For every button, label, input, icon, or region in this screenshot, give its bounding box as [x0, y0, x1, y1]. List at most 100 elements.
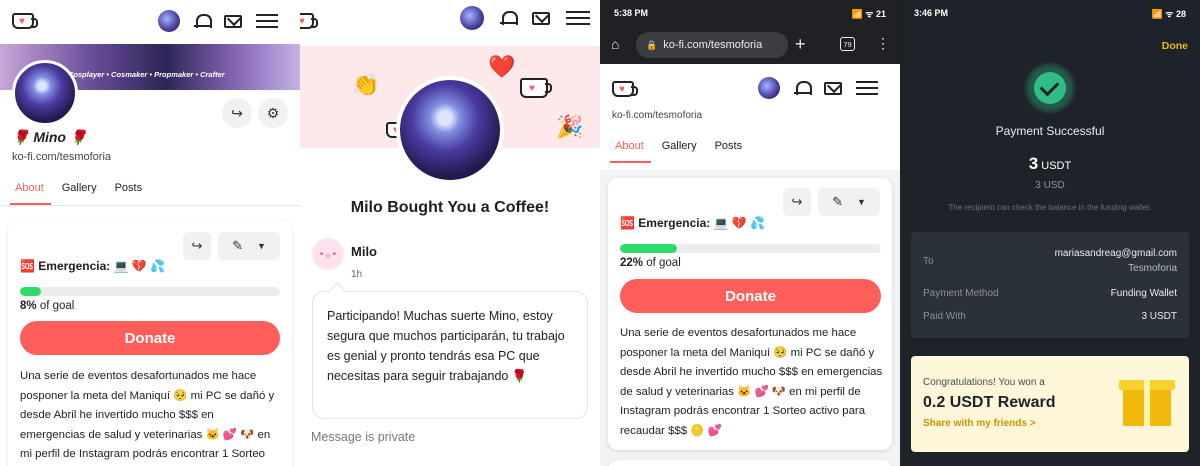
address-bar[interactable]: 🔒 ko-fi.com/tesmoforia — [636, 32, 788, 58]
edit-icon: ✎ — [832, 194, 843, 209]
donate-button[interactable]: Donate — [20, 321, 280, 355]
address-text: ko-fi.com/tesmoforia — [663, 39, 763, 51]
paid-value: 3 USDT — [1141, 311, 1177, 322]
lock-icon: 🔒 — [646, 39, 658, 50]
gift-icon — [1119, 380, 1175, 426]
goal-title: 🆘 Emergencia: 💻 💔 💦 — [620, 216, 766, 230]
goal-progress-fill — [620, 244, 678, 253]
done-button[interactable]: Done — [1162, 40, 1188, 52]
panel-payment-success: 3:46 PM 📶 ᯤ 28 Done Payment Successful 3… — [900, 0, 1200, 466]
goal-edit-button[interactable]: ✎ ▼ — [218, 232, 280, 260]
status-indicators: 📶 ᯤ 21 — [851, 8, 886, 19]
profile-url[interactable]: ko-fi.com/tesmoforia — [612, 110, 702, 121]
home-icon[interactable]: ⌂ — [611, 36, 619, 52]
share-button[interactable]: ↪ — [222, 98, 252, 128]
active-tab-indicator — [610, 161, 651, 163]
heart-icon: ❤️ — [488, 54, 516, 79]
paid-label: Paid With — [923, 311, 966, 322]
mail-icon[interactable] — [824, 81, 842, 95]
panel-coffee-notification: ♥ 👏 ❤️ 🎉 ♥ ♥ Milo Bought You a Coffee! •… — [300, 0, 600, 466]
goal-title: 🆘 Emergencia: 💻 💔 💦 — [20, 259, 166, 273]
private-note: Message is private — [311, 430, 416, 444]
bell-icon[interactable] — [794, 79, 812, 97]
profile-tabs: About Gallery Posts — [615, 140, 742, 152]
status-bar: 3:46 PM 📶 ᯤ 28 — [900, 0, 1200, 26]
kofi-logo-icon[interactable]: ♥ — [12, 13, 38, 29]
goal-share-button[interactable]: ↪ — [783, 188, 811, 216]
share-icon: ↪ — [191, 238, 203, 253]
tab-posts[interactable]: Posts — [715, 140, 743, 152]
account-avatar[interactable] — [758, 77, 780, 99]
clap-icon: 👏 — [352, 72, 380, 97]
menu-icon[interactable] — [566, 11, 590, 25]
chevron-down-icon: ▼ — [256, 241, 266, 251]
tab-posts[interactable]: Posts — [115, 182, 143, 194]
chevron-down-icon: ▼ — [856, 197, 866, 207]
time-ago: 1h — [351, 269, 363, 280]
account-avatar[interactable] — [460, 6, 484, 30]
status-indicators: 📶 ᯤ 28 — [1151, 8, 1186, 19]
to-name: Tesmoforia — [1128, 263, 1177, 274]
menu-icon[interactable] — [856, 81, 878, 95]
mail-icon[interactable] — [532, 11, 550, 25]
payment-amount-fiat: 3 USD — [1035, 180, 1065, 191]
goal-card: ↪ ✎ ▼ 🆘 Emergencia: 💻 💔 💦 22% of goal Don… — [608, 178, 892, 450]
goal-progress-fill — [20, 287, 41, 296]
panel-kofi-profile-2: 5:38 PM 📶 ᯤ 21 ⌂ 🔒 ko-fi.com/tesmoforia … — [600, 0, 900, 466]
payment-amount: 3 USDT — [1028, 154, 1072, 173]
supporter-name: Milo — [351, 244, 377, 259]
supporter-message: Participando! Muchas suerte Mino, estoy … — [312, 291, 588, 419]
panel-kofi-profile-1: ♥ Cosplayer • Cosmaker • Propmaker • Cra… — [0, 0, 300, 466]
payment-title: Payment Successful — [995, 124, 1105, 138]
notification-title: Milo Bought You a Coffee! — [350, 199, 550, 216]
gear-icon: ⚙ — [266, 104, 280, 121]
success-icon — [1024, 62, 1076, 114]
edit-icon: ✎ — [232, 238, 243, 253]
tab-about[interactable]: About — [615, 140, 644, 152]
top-nav-icons — [758, 77, 878, 99]
profile-url[interactable]: ko-fi.com/tesmoforia — [12, 151, 111, 163]
tab-gallery[interactable]: Gallery — [62, 182, 97, 194]
donate-button[interactable]: Donate — [620, 279, 881, 313]
bell-icon[interactable] — [500, 9, 518, 27]
account-avatar[interactable] — [158, 10, 180, 32]
share-friends-link[interactable]: Share with my friends > — [923, 418, 1036, 429]
share-icon: ↪ — [231, 104, 243, 121]
menu-icon[interactable] — [256, 14, 278, 28]
kofi-logo-icon[interactable]: ♥ — [300, 13, 318, 29]
more-options-icon[interactable]: ⋮ — [876, 35, 890, 52]
tab-about[interactable]: About — [15, 182, 44, 194]
method-value: Funding Wallet — [1110, 288, 1177, 299]
reward-congrats: Congratulations! You won a — [923, 377, 1045, 388]
top-nav-icons — [158, 10, 278, 32]
goal-card: ↪ ✎ ▼ 🆘 Emergencia: 💻 💔 💦 8% of goal Dona… — [8, 220, 292, 466]
kofi-logo-icon[interactable]: ♥ — [612, 81, 638, 97]
top-nav-icons — [460, 6, 590, 30]
profile-name: 🌹 Mino 🌹 — [12, 129, 88, 145]
settings-button[interactable]: ⚙ — [258, 98, 288, 128]
status-time: 3:46 PM — [914, 8, 949, 18]
browser-toolbar: ⌂ 🔒 ko-fi.com/tesmoforia + 79 ⋮ — [600, 26, 900, 64]
method-label: Payment Method — [923, 288, 999, 299]
goal-progress-bar — [620, 244, 881, 253]
status-bar: 5:38 PM 📶 ᯤ 21 — [600, 0, 900, 26]
payment-details: To mariasandreag@gmail.com Tesmoforia Pa… — [911, 232, 1189, 338]
party-icon: 🎉 — [556, 114, 584, 139]
bell-icon[interactable] — [194, 12, 212, 30]
plus-icon[interactable]: + — [795, 34, 806, 55]
goal-edit-button[interactable]: ✎ ▼ — [818, 188, 880, 216]
recipient-note: The recipient can check the balance in t… — [948, 203, 1152, 212]
profile-tabs: About Gallery Posts — [15, 182, 142, 194]
kofi-cup-icon: ♥ — [520, 78, 552, 98]
goal-share-button[interactable]: ↪ — [183, 232, 211, 260]
goal-description: Una serie de eventos desafortunados me h… — [620, 327, 883, 437]
next-card — [608, 460, 892, 466]
cover-text: Cosplayer • Cosmaker • Propmaker • Craft… — [68, 70, 225, 79]
reward-banner[interactable]: Congratulations! You won a 0.2 USDT Rewa… — [911, 356, 1189, 452]
status-time: 5:38 PM — [614, 8, 649, 18]
supporter-avatar: • ₒ • — [312, 238, 344, 270]
goal-percent-text: 22% of goal — [620, 257, 681, 269]
tab-count[interactable]: 79 — [840, 37, 855, 51]
mail-icon[interactable] — [224, 14, 242, 28]
tab-gallery[interactable]: Gallery — [662, 140, 697, 152]
